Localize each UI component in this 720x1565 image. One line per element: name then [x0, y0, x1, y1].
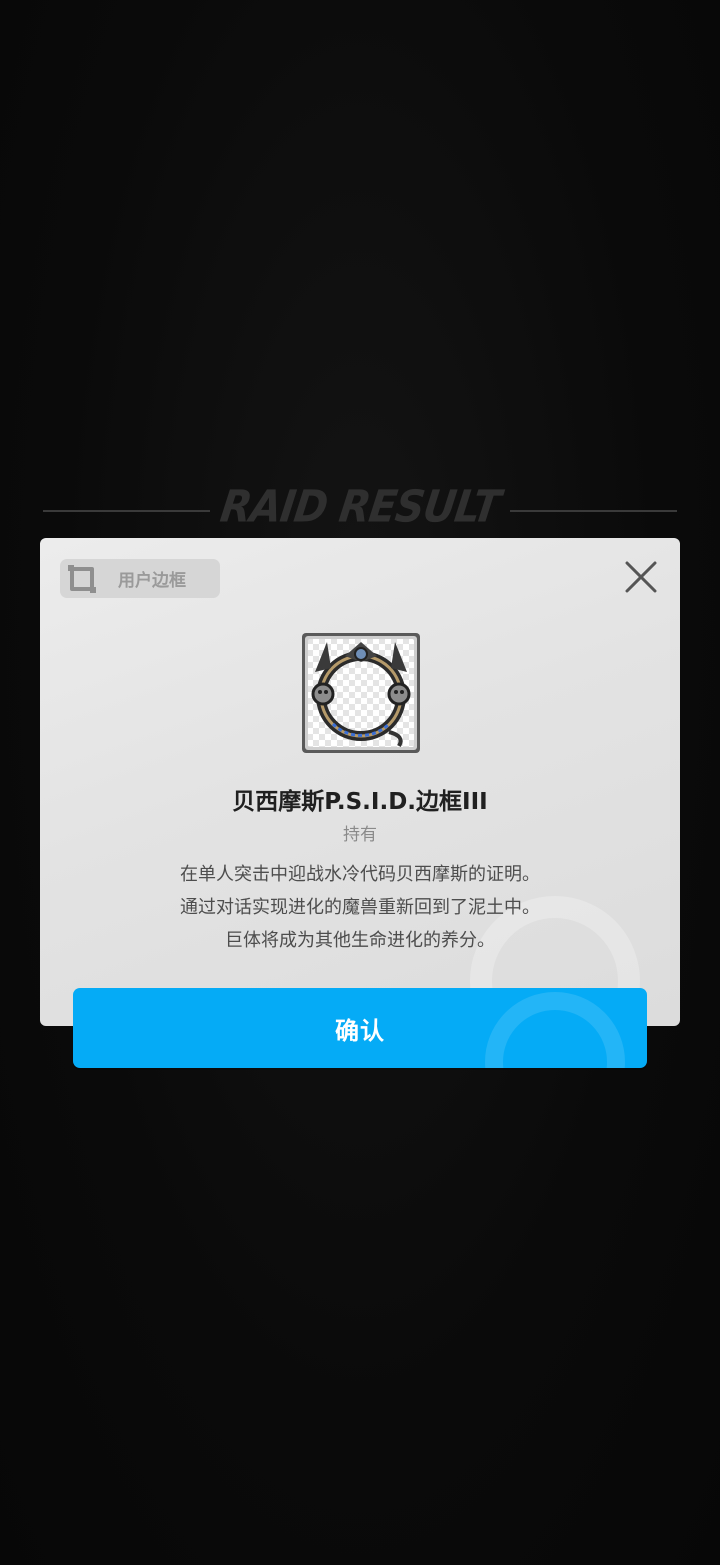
confirm-button-label: 确认 [335, 1016, 385, 1045]
description-line: 通过对话实现进化的魔兽重新回到了泥土中。 [180, 897, 540, 918]
description-line: 在单人突击中迎战水冷代码贝西摩斯的证明。 [180, 864, 540, 885]
confirm-button[interactable]: 确认 [73, 988, 647, 1068]
item-type-badge: 用户边框 [60, 559, 220, 598]
ornate-frame-icon [302, 633, 420, 753]
raid-result-title: RAID RESULT [217, 481, 503, 533]
ownership-status: 持有 [343, 825, 377, 845]
item-preview [301, 632, 421, 754]
item-name: 贝西摩斯P.S.I.D.边框III [232, 789, 488, 815]
frame-icon [68, 564, 96, 593]
screen: RAID RESULT 用户边框 贝西摩斯P.S.I.D.边框III 持有 在单… [0, 0, 720, 1565]
item-type-label: 用户边框 [118, 571, 186, 591]
close-button[interactable] [622, 558, 660, 596]
item-description: 在单人突击中迎战水冷代码贝西摩斯的证明。 通过对话实现进化的魔兽重新回到了泥土中… [40, 858, 680, 957]
description-line: 巨体将成为其他生命进化的养分。 [225, 930, 495, 951]
item-detail-dialog: 用户边框 贝西摩斯P.S.I.D.边框III 持有 在单人突击中迎战水冷代码贝西… [40, 538, 680, 1026]
close-icon [625, 561, 657, 593]
button-emblem [485, 992, 625, 1068]
